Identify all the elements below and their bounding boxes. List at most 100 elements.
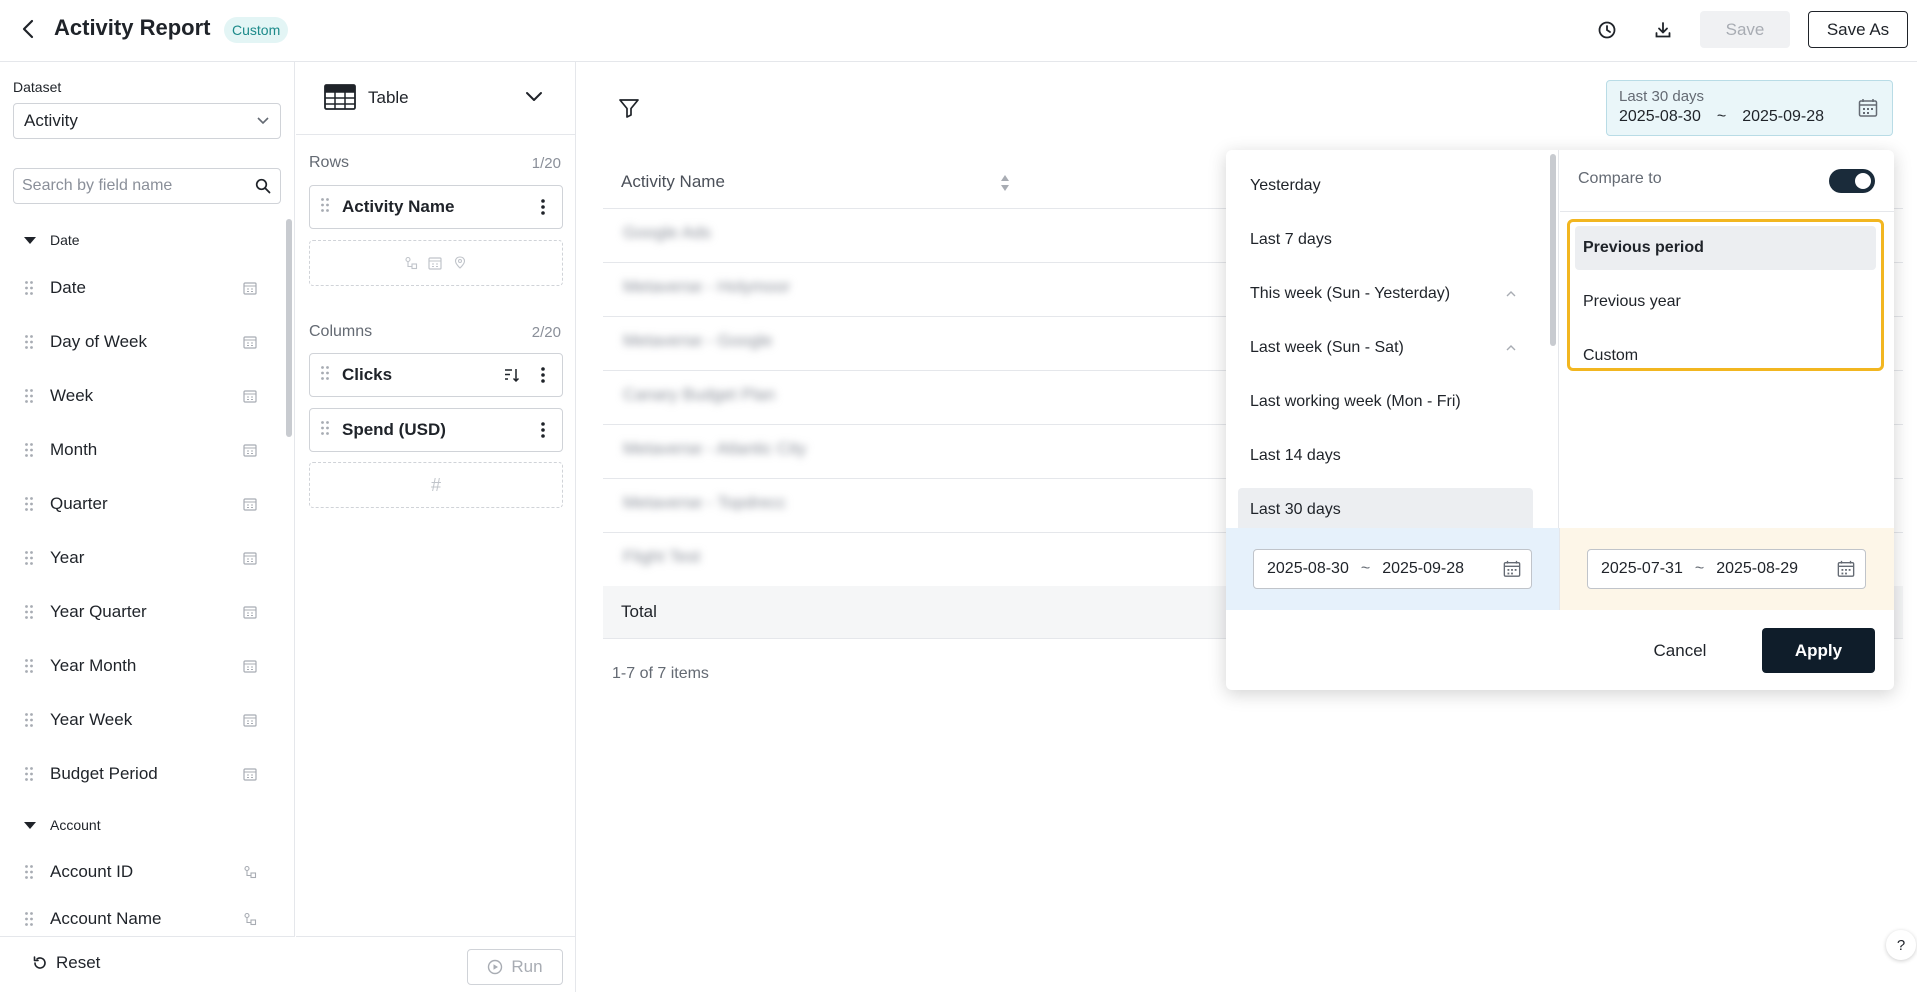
compare-option[interactable]: Previous year [1575, 280, 1876, 324]
calendar-icon [240, 713, 260, 727]
toggle-knob [1855, 173, 1871, 189]
field-item[interactable]: Day of Week [24, 322, 260, 362]
search-icon[interactable] [246, 178, 280, 194]
preset-option[interactable]: Last week (Sun - Sat) [1238, 326, 1533, 370]
group-header-date[interactable]: Date [24, 232, 80, 248]
row-pill[interactable]: Activity Name [309, 185, 563, 229]
drag-handle-icon[interactable] [24, 911, 44, 927]
sort-icon[interactable] [999, 172, 1011, 199]
history-button[interactable] [1593, 16, 1621, 44]
cancel-button[interactable]: Cancel [1636, 629, 1724, 673]
compare-range-start: 2025-07-31 [1601, 560, 1683, 577]
field-item[interactable]: Year Quarter [24, 592, 260, 632]
compare-option-selected[interactable]: Previous period [1575, 226, 1876, 270]
drag-handle-icon[interactable] [24, 864, 44, 880]
field-item[interactable]: Account Name [24, 902, 260, 936]
column-pill[interactable]: Clicks [309, 353, 563, 397]
pill-label: Clicks [342, 365, 393, 384]
range-separator: ~ [1694, 560, 1705, 577]
field-label: Account Name [50, 909, 162, 928]
drag-handle-icon[interactable] [320, 197, 330, 218]
more-vertical-icon[interactable] [534, 422, 552, 438]
field-item[interactable]: Account ID [24, 852, 260, 892]
more-vertical-icon[interactable] [534, 199, 552, 215]
field-panel-scrollbar[interactable] [286, 219, 292, 437]
preset-option[interactable]: Last working week (Mon - Fri) [1238, 380, 1533, 424]
drag-handle-icon[interactable] [24, 280, 44, 296]
field-search-input[interactable] [14, 170, 246, 202]
date-range-trigger[interactable]: Last 30 days 2025-08-30 ~ 2025-09-28 [1606, 80, 1893, 136]
current-range-input[interactable]: 2025-08-30 ~ 2025-09-28 [1253, 549, 1532, 589]
field-item[interactable]: Year Month [24, 646, 260, 686]
drag-handle-icon[interactable] [320, 365, 330, 386]
dimension-icon [240, 912, 260, 926]
drag-handle-icon[interactable] [24, 550, 44, 566]
compare-label: Compare to [1578, 170, 1662, 187]
rows-dropzone[interactable] [309, 240, 563, 286]
field-label: Date [50, 278, 86, 297]
preset-option[interactable]: This week (Sun - Yesterday) [1238, 272, 1533, 316]
date-start: 2025-08-30 [1619, 108, 1701, 125]
preset-label: Yesterday [1250, 177, 1321, 194]
calendar-icon[interactable] [1503, 560, 1521, 578]
dataset-select[interactable]: Activity [13, 103, 281, 139]
field-label: Year Quarter [50, 602, 147, 621]
calendar-icon[interactable] [1837, 560, 1855, 578]
column-header-activity-name[interactable]: Activity Name [621, 172, 725, 192]
field-label: Year [50, 548, 85, 567]
drag-handle-icon[interactable] [24, 334, 44, 350]
field-item[interactable]: Week [24, 376, 260, 416]
compare-option[interactable]: Custom [1575, 334, 1876, 368]
preset-option[interactable]: Last 14 days [1238, 434, 1533, 478]
reset-button[interactable]: Reset [32, 953, 100, 973]
drag-handle-icon[interactable] [24, 604, 44, 620]
visualization-label: Table [368, 88, 409, 107]
total-label: Total [621, 602, 657, 621]
field-panel-footer: Reset [0, 936, 295, 992]
dimension-icon [405, 256, 418, 270]
help-button[interactable]: ? [1886, 930, 1916, 960]
more-vertical-icon[interactable] [534, 367, 552, 383]
field-item[interactable]: Year [24, 538, 260, 578]
compare-toggle[interactable] [1829, 169, 1875, 193]
report-type-badge: Custom [224, 17, 289, 43]
preset-option[interactable]: Last 7 days [1238, 218, 1533, 262]
drag-handle-icon[interactable] [320, 420, 330, 441]
drag-handle-icon[interactable] [24, 442, 44, 458]
filter-button[interactable] [617, 96, 641, 125]
field-label: Month [50, 440, 98, 459]
drag-handle-icon[interactable] [24, 496, 44, 512]
visualization-select[interactable]: Table [296, 62, 575, 135]
drag-handle-icon[interactable] [24, 712, 44, 728]
field-item[interactable]: Date [24, 268, 260, 308]
field-item[interactable]: Month [24, 430, 260, 470]
preset-option-selected[interactable]: Last 30 days [1238, 488, 1533, 528]
drag-handle-icon[interactable] [24, 766, 44, 782]
calendar-icon [240, 767, 260, 781]
apply-button[interactable]: Apply [1762, 628, 1875, 673]
drag-handle-icon[interactable] [24, 388, 44, 404]
back-button[interactable] [14, 14, 42, 44]
group-header-account[interactable]: Account [24, 817, 101, 833]
preset-list-scrollbar[interactable] [1550, 154, 1556, 346]
table-cell: Metaverse - Holymoor [623, 277, 791, 296]
save-button[interactable]: Save [1700, 11, 1790, 48]
drag-handle-icon[interactable] [24, 658, 44, 674]
run-button[interactable]: Run [467, 949, 563, 985]
download-button[interactable] [1649, 16, 1677, 44]
columns-dropzone[interactable]: # [309, 462, 563, 508]
field-item[interactable]: Budget Period [24, 754, 260, 794]
compare-range-input[interactable]: 2025-07-31 ~ 2025-08-29 [1587, 549, 1866, 589]
column-pill[interactable]: Spend (USD) [309, 408, 563, 452]
pill-label: Activity Name [342, 197, 455, 216]
pill-label: Spend (USD) [342, 420, 446, 439]
compare-option-label: Custom [1583, 347, 1639, 364]
field-item[interactable]: Quarter [24, 484, 260, 524]
sort-desc-icon[interactable] [504, 367, 520, 383]
field-item[interactable]: Year Week [24, 700, 260, 740]
preset-option[interactable]: Yesterday [1238, 164, 1533, 208]
map-icon [454, 256, 466, 269]
save-as-button[interactable]: Save As [1808, 11, 1908, 48]
field-label: Year Month [50, 656, 137, 675]
table-cell: Metaverse - Atlantic City [623, 439, 807, 458]
